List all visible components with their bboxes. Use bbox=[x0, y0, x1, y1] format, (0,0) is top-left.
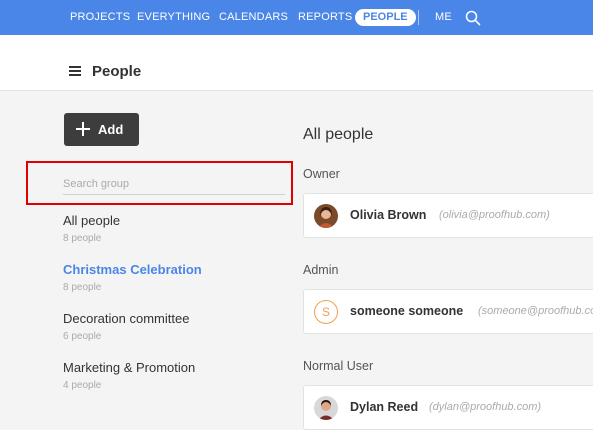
user-email: (olivia@proofhub.com) bbox=[439, 209, 550, 221]
group-count: 6 people bbox=[63, 331, 102, 342]
role-owner-label: Owner bbox=[303, 167, 340, 181]
nav-people[interactable]: PEOPLE bbox=[355, 9, 416, 26]
nav-me[interactable]: ME bbox=[435, 0, 452, 35]
search-group-container bbox=[26, 161, 293, 205]
user-email: (someone@proofhub.com) bbox=[478, 305, 593, 317]
avatar: S bbox=[314, 300, 338, 324]
nav-calendars[interactable]: CALENDARS bbox=[219, 0, 288, 35]
nav-separator bbox=[418, 10, 419, 25]
page-header: People bbox=[0, 35, 593, 91]
user-name: Olivia Brown bbox=[350, 208, 427, 222]
add-button[interactable]: Add bbox=[64, 113, 139, 146]
search-group-input[interactable] bbox=[63, 173, 285, 195]
group-count: 8 people bbox=[63, 282, 102, 293]
search-icon[interactable] bbox=[465, 10, 481, 26]
group-marketing-promotion[interactable]: Marketing & Promotion bbox=[63, 360, 195, 375]
role-normal-user-label: Normal User bbox=[303, 359, 374, 373]
user-card-someone[interactable]: S someone someone (someone@proofhub.com) bbox=[303, 289, 593, 334]
user-name: someone someone bbox=[350, 304, 464, 318]
user-card-olivia[interactable]: Olivia Brown (olivia@proofhub.com) bbox=[303, 193, 593, 238]
page-title: People bbox=[92, 63, 142, 80]
top-navigation: PROJECTS EVERYTHING CALENDARS REPORTS PE… bbox=[0, 0, 593, 35]
user-card-dylan[interactable]: Dylan Reed (dylan@proofhub.com) bbox=[303, 385, 593, 430]
group-count: 4 people bbox=[63, 380, 102, 391]
nav-projects[interactable]: PROJECTS bbox=[70, 0, 130, 35]
nav-reports[interactable]: REPORTS bbox=[298, 0, 352, 35]
nav-everything[interactable]: EVERYTHING bbox=[137, 0, 210, 35]
group-christmas-celebration[interactable]: Christmas Celebration bbox=[63, 262, 202, 277]
hamburger-icon[interactable] bbox=[69, 66, 81, 76]
group-decoration-committee[interactable]: Decoration committee bbox=[63, 311, 189, 326]
add-button-label: Add bbox=[98, 122, 124, 137]
avatar bbox=[314, 396, 338, 420]
group-count: 8 people bbox=[63, 233, 102, 244]
group-all-people[interactable]: All people bbox=[63, 213, 120, 228]
user-email: (dylan@proofhub.com) bbox=[429, 401, 542, 413]
user-name: Dylan Reed bbox=[350, 400, 419, 414]
role-admin-label: Admin bbox=[303, 263, 339, 277]
main-heading: All people bbox=[303, 126, 374, 143]
avatar bbox=[314, 204, 338, 228]
plus-icon bbox=[76, 122, 90, 136]
